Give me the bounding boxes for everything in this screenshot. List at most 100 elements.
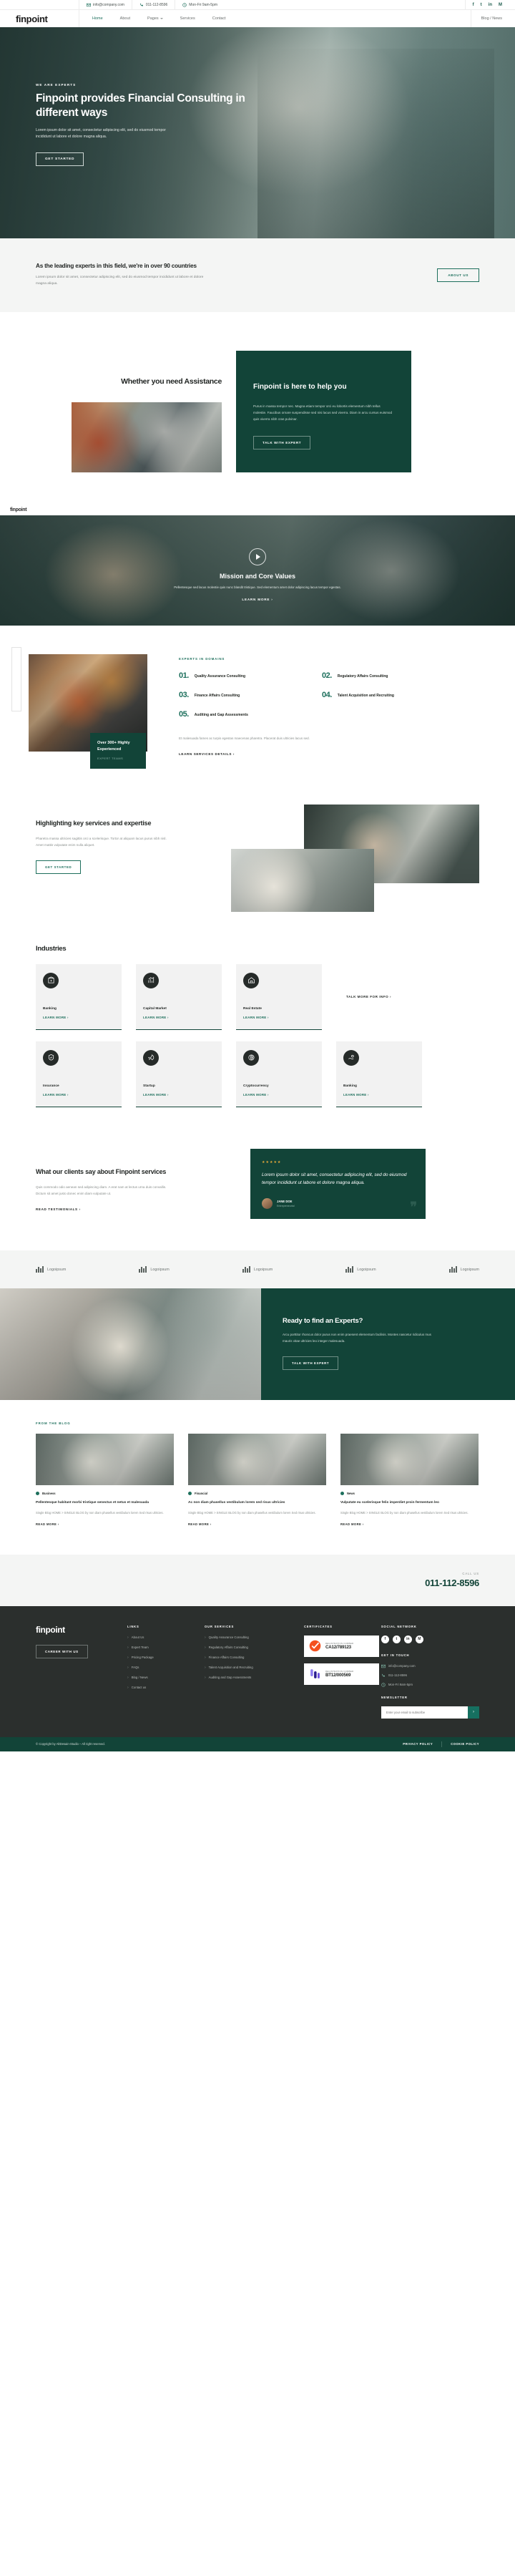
footer-phone[interactable]: 011-112-8596 — [381, 1673, 479, 1678]
blog-read-more-link[interactable]: READ MORE › — [188, 1522, 212, 1526]
footer-link[interactable]: About Us — [127, 1635, 205, 1640]
blog-card[interactable]: Financial Ac non diam phasellus vestibul… — [188, 1434, 326, 1528]
topbar-phone-text: 011-112-8596 — [145, 2, 168, 7]
domain-item[interactable]: 03. Finance Affairs Consulting — [179, 691, 322, 699]
linkedin-icon[interactable]: in — [489, 3, 492, 7]
industry-card[interactable]: Insurance LEARN MORE › — [36, 1041, 122, 1107]
blog-title: Pellentesque habitant morbi tristique se… — [36, 1501, 149, 1505]
cookie-policy-link[interactable]: COOKIE POLICY — [451, 1742, 479, 1746]
medium-icon[interactable]: M — [499, 3, 502, 7]
logo-bars-icon — [36, 1266, 44, 1273]
domain-item[interactable]: 05. Auditing and Gap Assessments — [179, 711, 322, 719]
nav-item-blog-news[interactable]: Blog / News — [470, 10, 515, 27]
footer-link[interactable]: FAQs — [127, 1666, 205, 1670]
industry-card[interactable]: Startup LEARN MORE › — [136, 1041, 222, 1107]
testimonial-author-block: JANE DOE Entrepreneurial — [262, 1198, 414, 1210]
call-us-number[interactable]: 011-112-8596 — [425, 1578, 479, 1588]
linkedin-icon[interactable]: in — [403, 1635, 412, 1643]
domain-item[interactable]: 02. Regulatory Affairs Consulting — [322, 672, 465, 680]
footer-link[interactable]: Contact us — [127, 1686, 205, 1690]
client-logo: Logoipsum — [139, 1266, 170, 1273]
assistance-photo — [72, 402, 222, 473]
facebook-icon[interactable]: f — [381, 1635, 389, 1643]
strip-text: As the leading experts in this field, we… — [36, 263, 207, 288]
industry-learn-more[interactable]: LEARN MORE › — [243, 1016, 269, 1019]
footer-link[interactable]: Blog / News — [127, 1676, 205, 1680]
video-learn-more-label: LEARN MORE — [242, 598, 270, 602]
shield-hand-icon — [43, 1049, 59, 1066]
industry-name: Startup — [143, 1084, 155, 1088]
footer-service-link[interactable]: Finance Affairs Consulting — [205, 1656, 304, 1660]
read-testimonials-link[interactable]: READ TESTIMONIALS › — [36, 1207, 81, 1211]
domain-title: Auditing and Gap Assessments — [194, 713, 248, 718]
about-us-button[interactable]: ABOUT US — [437, 268, 479, 282]
industry-learn-more[interactable]: LEARN MORE › — [43, 1093, 69, 1097]
industry-card[interactable]: Banking LEARN MORE › — [36, 963, 122, 1030]
career-with-us-button[interactable]: CAREER WITH US — [36, 1644, 88, 1658]
domain-number: 01. — [179, 671, 189, 681]
blog-card[interactable]: News Vulputate eu scelerisque felis impe… — [340, 1434, 479, 1528]
industry-card[interactable]: Banking LEARN MORE › — [336, 1041, 422, 1107]
topbar-phone[interactable]: 011-112-8596 — [131, 0, 175, 10]
nav-item-about[interactable]: About — [120, 16, 130, 21]
medium-icon[interactable]: M — [415, 1635, 423, 1643]
industry-learn-label: LEARN MORE — [243, 1015, 267, 1019]
industry-learn-more[interactable]: LEARN MORE › — [143, 1016, 169, 1019]
footer-service-link[interactable]: Auditing and Gap Assessments — [205, 1676, 304, 1680]
blog-title: Ac non diam phasellus vestibulum lorem s… — [188, 1501, 285, 1505]
learn-services-details-link[interactable]: LEARN SERVICES DETAILS › — [179, 752, 235, 756]
nav-item-pages[interactable]: Pages — [147, 16, 163, 21]
hero-cta-button[interactable]: GET STARTED — [36, 152, 84, 166]
blog-tag: Business — [36, 1492, 174, 1495]
industry-learn-more[interactable]: LEARN MORE › — [243, 1093, 269, 1097]
video-learn-more-link[interactable]: LEARN MORE › — [242, 598, 273, 601]
industry-learn-more[interactable]: LEARN MORE › — [43, 1016, 69, 1019]
blog-read-more-link[interactable]: READ MORE › — [36, 1522, 59, 1526]
newsletter-submit-button[interactable]: › — [468, 1706, 480, 1719]
footer-service-link[interactable]: Talent Acquisition and Recruiting — [205, 1666, 304, 1670]
blog-card[interactable]: Business Pellentesque habitant morbi tri… — [36, 1434, 174, 1528]
twitter-icon[interactable]: t — [392, 1635, 401, 1643]
client-logo-label: Logoipsum — [460, 1267, 479, 1272]
nav-item-services[interactable]: Services — [180, 16, 195, 21]
footer-email[interactable]: info@company.com — [381, 1664, 479, 1668]
rating-stars: ★★★★★ — [262, 1160, 282, 1165]
footer-link-label: Blog / News — [131, 1676, 148, 1679]
blog-tag: Financial — [188, 1492, 326, 1495]
industry-learn-more[interactable]: LEARN MORE › — [143, 1093, 169, 1097]
domain-item[interactable]: 04. Talent Acquisition and Recruiting — [322, 691, 465, 699]
footer-link[interactable]: Pricing Package — [127, 1656, 205, 1660]
footer-link[interactable]: Expert Team — [127, 1646, 205, 1650]
client-logo: Logoipsum — [345, 1266, 376, 1273]
call-us-block[interactable]: CALL US 011-112-8596 — [425, 1572, 479, 1588]
cta-band: Ready to find an Experts? Arcu porttitor… — [0, 1288, 515, 1401]
highlight-cta-button[interactable]: GET STARTED — [36, 860, 82, 874]
industry-learn-more[interactable]: LEARN MORE › — [343, 1093, 369, 1097]
talk-with-expert-button[interactable]: TALK WITH EXPERT — [253, 435, 311, 449]
footer-service-link[interactable]: Regulatory Affairs Consulting — [205, 1646, 304, 1650]
talk-more-for-info-link[interactable]: TALK MORE FOR INFO › — [336, 995, 391, 998]
footer-logo[interactable]: finpoint — [36, 1625, 127, 1635]
blog-read-more-link[interactable]: READ MORE › — [340, 1522, 364, 1526]
blog-tag-label: Financial — [195, 1492, 208, 1496]
domain-item[interactable]: 01. Quality Assurance Consulting — [179, 672, 322, 680]
blog-read-more-label: READ MORE — [188, 1522, 210, 1526]
blog-thumbnail — [340, 1434, 479, 1486]
nav-item-home[interactable]: Home — [92, 16, 103, 21]
cta-talk-with-expert-button[interactable]: TALK WITH EXPERT — [283, 1356, 339, 1370]
industry-card[interactable]: Cryptocurrency LEARN MORE › — [236, 1041, 322, 1107]
industry-card[interactable]: Real Estate LEARN MORE › — [236, 963, 322, 1030]
twitter-icon[interactable]: t — [481, 3, 482, 7]
topbar-email[interactable]: info@company.com — [79, 0, 132, 10]
play-button[interactable] — [249, 548, 266, 566]
nav-item-contact[interactable]: Contact — [212, 16, 226, 21]
topbar-hours-text: Mon-Fri 9am-5pm — [189, 2, 218, 7]
facebook-icon[interactable]: f — [473, 3, 474, 7]
newsletter-email-input[interactable] — [381, 1706, 469, 1719]
site-logo[interactable]: finpoint — [0, 14, 79, 24]
privacy-policy-link[interactable]: PRIVACY POLICY — [403, 1742, 433, 1746]
footer-service-link[interactable]: Quality Assurance Consulting — [205, 1635, 304, 1640]
industry-card[interactable]: Capital Market LEARN MORE › — [136, 963, 222, 1030]
blog-thumbnail — [188, 1434, 326, 1486]
clock-icon — [381, 1682, 386, 1687]
